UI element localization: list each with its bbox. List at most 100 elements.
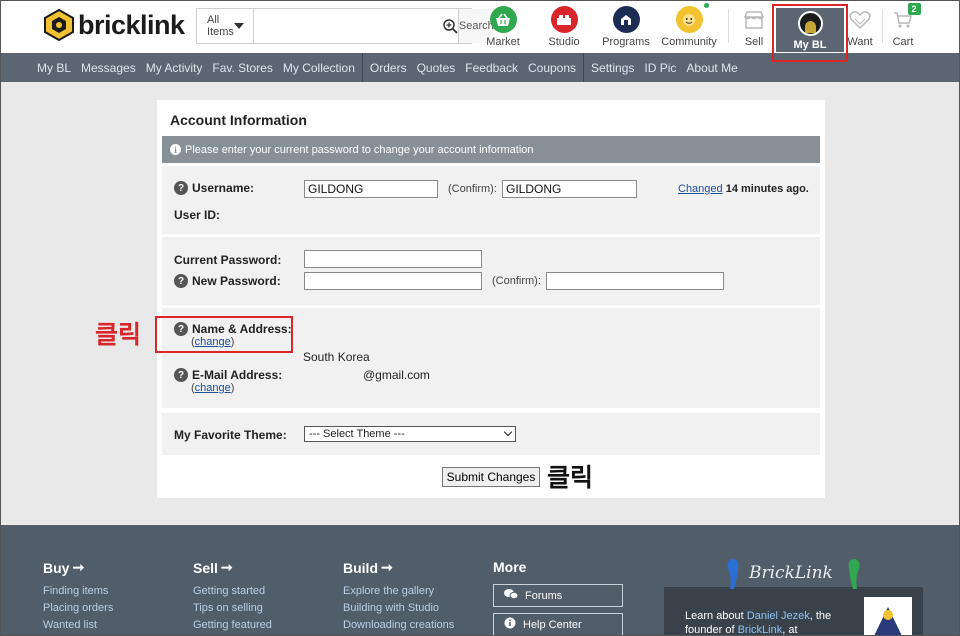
footer-buy-heading[interactable]: Buy ➞ bbox=[43, 559, 113, 576]
founder-photo-icon bbox=[864, 597, 912, 636]
arrow-right-icon: ➞ bbox=[72, 559, 85, 575]
cart-icon: 2 bbox=[890, 3, 921, 33]
zoom-in-icon[interactable] bbox=[443, 9, 458, 43]
theme-section: My Favorite Theme: --- Select Theme --- bbox=[162, 413, 820, 455]
subnav-fav-stores[interactable]: Fav. Stores bbox=[207, 61, 277, 75]
nav-mybl-label: My BL bbox=[793, 39, 827, 51]
logo-text: bricklink bbox=[78, 9, 185, 40]
help-center-button[interactable]: Help Center bbox=[493, 613, 623, 636]
search-category-select[interactable]: All Items bbox=[197, 9, 254, 43]
annotation-highlight-box bbox=[155, 316, 293, 353]
subnav-quotes[interactable]: Quotes bbox=[412, 61, 461, 75]
nav-want-label: Want bbox=[847, 36, 873, 48]
changed-info: Changed 14 minutes ago. bbox=[678, 183, 809, 195]
changed-period: . bbox=[805, 183, 809, 195]
footer-link[interactable]: Getting started bbox=[193, 585, 272, 597]
blue-parrot-icon bbox=[727, 559, 739, 589]
subnav-id-pic[interactable]: ID Pic bbox=[639, 61, 681, 75]
help-icon[interactable]: ? bbox=[174, 181, 188, 195]
basket-icon bbox=[489, 6, 517, 33]
footer-sell-title: Sell bbox=[193, 559, 218, 576]
caret-down-icon bbox=[233, 23, 244, 29]
current-password-label: Current Password: bbox=[174, 253, 282, 267]
brick-logo-icon bbox=[44, 9, 74, 41]
subnav-mybl[interactable]: My BL bbox=[32, 61, 76, 75]
changed-time: 14 minutes ago bbox=[725, 183, 806, 195]
nav-programs[interactable]: Programs bbox=[594, 6, 658, 48]
password-confirm-field[interactable] bbox=[546, 272, 724, 290]
search-category-label: All Items bbox=[207, 14, 234, 38]
storefront-icon bbox=[741, 6, 768, 33]
nav-market[interactable]: Market bbox=[471, 6, 535, 48]
new-password-label: ? New Password: bbox=[174, 274, 281, 288]
nav-community[interactable]: Community bbox=[657, 3, 721, 48]
bricklink-logo[interactable]: bricklink bbox=[44, 9, 185, 41]
footer-buy-column: Buy ➞ Finding items Placing orders Wanted… bbox=[43, 559, 113, 636]
subnav-about-me[interactable]: About Me bbox=[681, 61, 742, 75]
subnav-feedback[interactable]: Feedback bbox=[460, 61, 523, 75]
nav-sell-label: Sell bbox=[744, 36, 764, 48]
subnav-my-activity[interactable]: My Activity bbox=[141, 61, 208, 75]
cart-count-badge: 2 bbox=[907, 3, 921, 15]
footer-link[interactable]: Tips on selling bbox=[193, 602, 272, 614]
footer-more-heading: More bbox=[493, 559, 527, 575]
forums-button[interactable]: Forums bbox=[493, 584, 623, 607]
new-password-field[interactable] bbox=[304, 272, 482, 290]
username-confirm-label: (Confirm): bbox=[448, 183, 497, 195]
footer-build-heading[interactable]: Build ➞ bbox=[343, 559, 454, 576]
email-value: @gmail.com bbox=[363, 368, 430, 382]
promo-brand-link[interactable]: BrickLink bbox=[738, 624, 783, 636]
promo-text: Learn about Daniel Jezek, the founder of… bbox=[685, 609, 845, 636]
chat-bubbles-icon bbox=[504, 588, 519, 603]
subnav-coupons[interactable]: Coupons bbox=[523, 61, 581, 75]
footer-link[interactable]: Wanted list bbox=[43, 619, 113, 631]
username-field[interactable] bbox=[304, 180, 438, 198]
submit-changes-button[interactable]: Submit Changes bbox=[442, 467, 540, 487]
avatar-icon bbox=[797, 11, 823, 36]
email-label: ? E-Mail Address: bbox=[174, 368, 282, 382]
chevron-down-icon bbox=[503, 427, 513, 437]
footer-build-column: Build ➞ Explore the gallery Building with… bbox=[343, 559, 454, 636]
subnav-messages[interactable]: Messages bbox=[76, 61, 141, 75]
search-bar: All Items Search bbox=[196, 8, 494, 44]
help-icon[interactable]: ? bbox=[174, 368, 188, 382]
changed-link[interactable]: Changed bbox=[678, 183, 723, 195]
brick-icon bbox=[550, 6, 578, 33]
footer-link[interactable]: Finding items bbox=[43, 585, 113, 597]
nav-studio[interactable]: Studio bbox=[532, 6, 596, 48]
promo-text-pre: Learn about bbox=[685, 610, 747, 622]
email-change-link[interactable]: change bbox=[195, 382, 231, 394]
nav-community-label: Community bbox=[661, 36, 717, 48]
subnav-divider bbox=[583, 53, 585, 82]
help-icon[interactable]: ? bbox=[174, 274, 188, 288]
email-change: (change) bbox=[191, 382, 234, 394]
theme-select[interactable]: --- Select Theme --- bbox=[304, 426, 516, 442]
info-notice-bar: i Please enter your current password to … bbox=[162, 136, 820, 163]
footer-link[interactable]: Downloading creations bbox=[343, 619, 454, 631]
subnav-settings[interactable]: Settings bbox=[586, 61, 639, 75]
promo-founder-link[interactable]: Daniel Jezek bbox=[747, 610, 810, 622]
password-section: Current Password: ? New Password: (Confi… bbox=[162, 237, 820, 305]
top-header: bricklink All Items Search Market Studio… bbox=[0, 0, 960, 62]
help-center-label: Help Center bbox=[523, 618, 582, 631]
footer-sell-heading[interactable]: Sell ➞ bbox=[193, 559, 272, 576]
footer-link[interactable]: Getting featured bbox=[193, 619, 272, 631]
new-password-label-text: New Password: bbox=[192, 274, 281, 288]
footer-sell-column: Sell ➞ Getting started Tips on selling Ge… bbox=[193, 559, 272, 636]
userid-label: User ID: bbox=[174, 208, 221, 222]
country-value: South Korea bbox=[303, 350, 370, 364]
subnav-my-collection[interactable]: My Collection bbox=[278, 61, 360, 75]
nav-cart[interactable]: 2 Cart bbox=[871, 3, 935, 48]
paren-close: ) bbox=[230, 382, 235, 394]
current-password-field[interactable] bbox=[304, 250, 482, 268]
subnav-orders[interactable]: Orders bbox=[365, 61, 412, 75]
info-notice-text: Please enter your current password to ch… bbox=[185, 143, 534, 156]
username-label: ? Username: bbox=[174, 181, 254, 195]
footer-link[interactable]: Explore the gallery bbox=[343, 585, 454, 597]
search-input[interactable] bbox=[253, 9, 443, 43]
footer-link[interactable]: Building with Studio bbox=[343, 602, 454, 614]
nav-mybl[interactable]: My BL bbox=[776, 8, 844, 52]
username-confirm-field[interactable] bbox=[502, 180, 637, 198]
info-icon: i bbox=[170, 144, 181, 155]
footer-link[interactable]: Placing orders bbox=[43, 602, 113, 614]
